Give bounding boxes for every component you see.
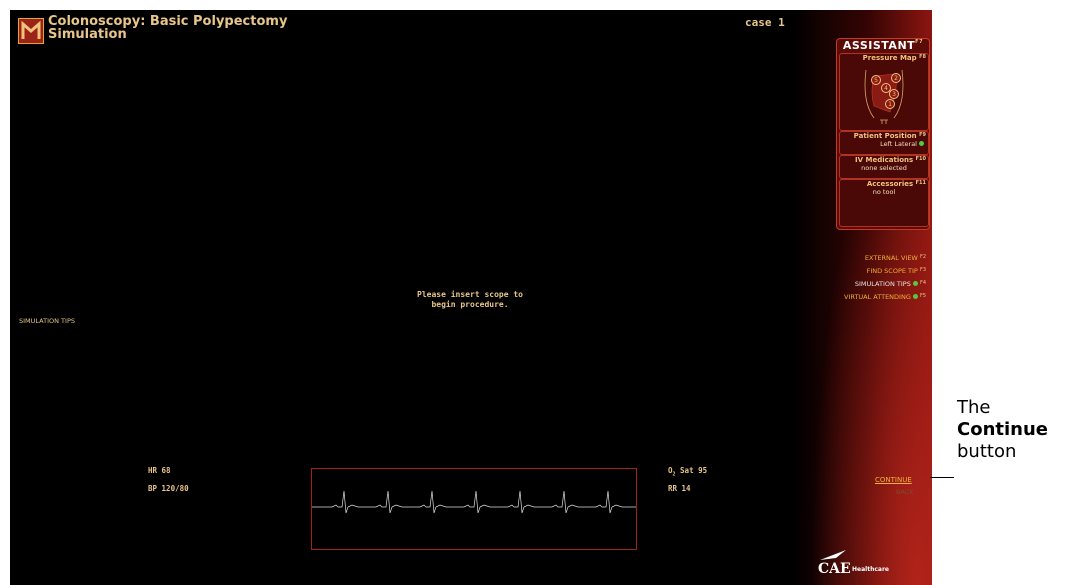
assistant-title[interactable]: ASSISTANTF7 — [837, 39, 929, 53]
simulator-screen: Colonoscopy: Basic Polypectomy Simulatio… — [10, 10, 932, 585]
vital-hr: HR 68 — [148, 466, 171, 475]
menu-simulation-tips[interactable]: SIMULATION TIPS F4 — [855, 280, 926, 288]
simulation-tips-label: SIMULATION TIPS — [19, 317, 75, 325]
vital-rr: RR 14 — [668, 484, 691, 493]
pressure-point-2: 2 — [894, 75, 898, 82]
iv-medications-value: none selected — [861, 164, 907, 172]
cae-logo-icon — [820, 550, 846, 560]
menu-external-view[interactable]: EXTERNAL VIEW F2 — [865, 254, 926, 262]
annotation-leader-line — [930, 477, 954, 478]
menu-find-scope-tip[interactable]: FIND SCOPE TIP F3 — [867, 267, 926, 275]
brand-logo-text: CAE — [818, 561, 851, 577]
pressure-map-diagram: 5 2 4 3 1 — [864, 69, 904, 124]
pressure-point-3: 3 — [892, 91, 896, 98]
vital-bp: BP 120/80 — [148, 484, 189, 493]
case-label: case 1 — [745, 16, 785, 29]
brand-logo-subtext: Healthcare — [852, 566, 889, 573]
back-button[interactable]: BACK — [896, 488, 914, 496]
accessories-value: no tool — [872, 188, 896, 196]
annotation-callout: The Continue button — [957, 397, 1049, 462]
assistant-panel: ASSISTANTF7 Pressure Map F8 5 2 4 3 1 Pa… — [836, 38, 930, 230]
procedure-message: Please insert scope to begin procedure. — [417, 290, 523, 309]
status-dot-icon — [919, 141, 924, 146]
ecg-monitor — [311, 468, 637, 550]
pressure-point-5: 5 — [874, 77, 878, 84]
pressure-point-4: 4 — [884, 85, 888, 92]
app-logo-icon — [18, 18, 44, 44]
pressure-point-1: 1 — [888, 101, 892, 108]
iv-medications-section[interactable]: IV Medications F10 none selected — [839, 155, 929, 179]
patient-position-section[interactable]: Patient Position F9 Left Lateral — [839, 131, 929, 155]
patient-position-value: Left Lateral — [880, 140, 917, 148]
continue-button[interactable]: CONTINUE — [875, 476, 912, 484]
vital-o2-sat: O2 Sat 95 — [668, 466, 708, 478]
menu-virtual-attending[interactable]: VIRTUAL ATTENDING F5 — [844, 293, 926, 301]
status-dot-icon — [912, 281, 918, 286]
app-title: Colonoscopy: Basic Polypectomy Simulatio… — [48, 14, 288, 42]
accessories-section[interactable]: Accessories F11 no tool — [839, 179, 929, 227]
status-dot-icon — [912, 294, 918, 299]
pressure-map-section[interactable]: Pressure Map F8 5 2 4 3 1 — [839, 53, 929, 131]
